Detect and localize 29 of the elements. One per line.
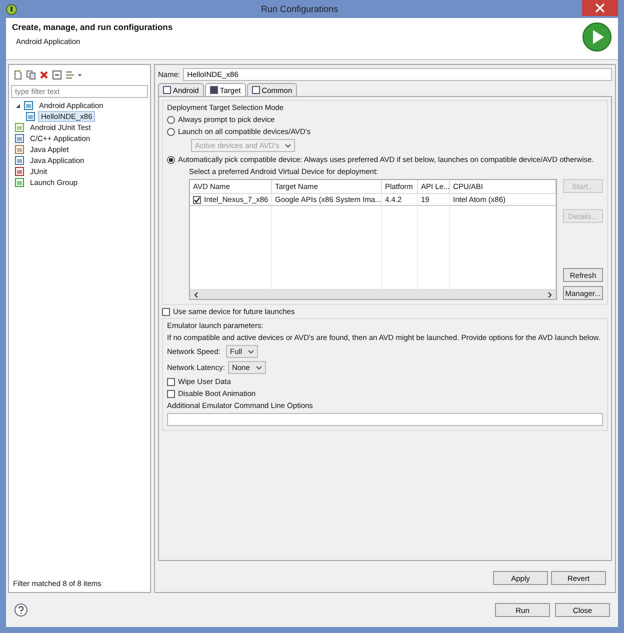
radio-button[interactable] [167,116,175,124]
filter-icon[interactable] [65,70,75,80]
window-title: Run Configurations [260,4,340,14]
header-title: Create, manage, and run configurations [12,22,174,32]
dropdown-caret-icon [285,144,292,148]
radio-button[interactable] [167,156,175,164]
expand-arrow-icon[interactable] [15,102,21,108]
checkbox[interactable] [167,378,175,386]
duplicate-icon[interactable] [26,70,36,80]
checkbox[interactable] [162,308,170,316]
tab-icon [210,86,218,94]
collapse-all-icon[interactable] [52,70,62,80]
help-icon[interactable] [14,603,28,617]
dropdown-caret-icon [248,350,254,354]
dropdown-caret-icon [256,366,262,370]
scroll-right-icon[interactable] [548,292,552,298]
run-icon [582,22,612,52]
new-file-icon[interactable] [13,70,23,80]
checkbox[interactable] [193,196,201,204]
scroll-left-icon[interactable] [194,292,198,298]
command-line-field[interactable] [167,413,603,426]
close-icon[interactable] [582,0,618,16]
checkbox[interactable] [167,390,175,398]
app-icon [6,4,17,14]
tab-icon [252,86,260,94]
horizontal-scrollbar[interactable] [190,289,556,299]
tab-icon [163,86,171,94]
radio-button[interactable] [167,128,175,136]
delete-icon[interactable] [39,70,49,80]
